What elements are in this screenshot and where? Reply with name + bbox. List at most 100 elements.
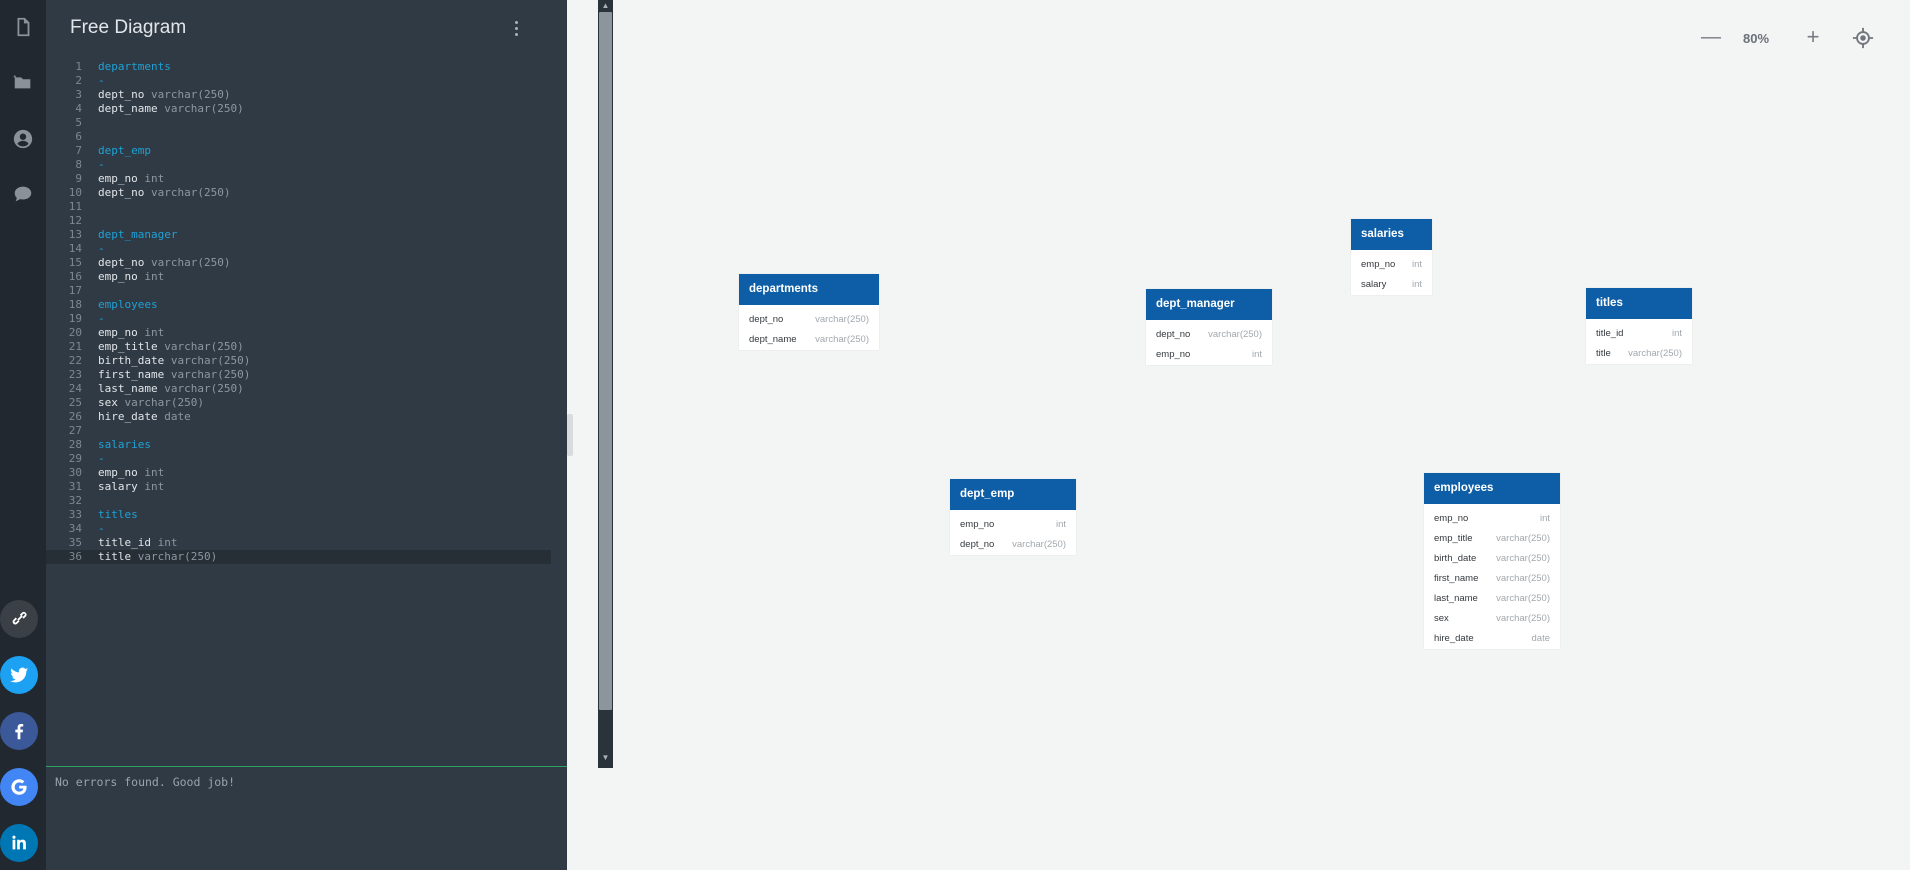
google-share-button[interactable] bbox=[0, 768, 38, 806]
code-line[interactable]: 27 bbox=[46, 424, 551, 438]
code-line[interactable]: 17 bbox=[46, 284, 551, 298]
code-line[interactable]: 30 emp_no int bbox=[46, 466, 551, 480]
code-line[interactable]: 26 hire_date date bbox=[46, 410, 551, 424]
code-line[interactable]: 20 emp_no int bbox=[46, 326, 551, 340]
more-options-icon[interactable] bbox=[508, 18, 524, 38]
code-line[interactable]: 8- bbox=[46, 158, 551, 172]
recenter-icon[interactable] bbox=[1852, 27, 1874, 49]
code-line[interactable]: 1 departments bbox=[46, 60, 551, 74]
code-line[interactable]: 33 titles bbox=[46, 508, 551, 522]
code-line[interactable]: 31 salary int bbox=[46, 480, 551, 494]
scroll-up-arrow-icon[interactable]: ▲ bbox=[598, 0, 613, 12]
code-line[interactable]: 25 sex varchar(250) bbox=[46, 396, 551, 410]
table-column-row[interactable]: last_name varchar(250) bbox=[1424, 589, 1560, 609]
table-departments[interactable]: departments dept_no varchar(250) dept_nam… bbox=[739, 274, 879, 350]
table-column-row[interactable]: title varchar(250) bbox=[1586, 344, 1692, 364]
table-header[interactable]: titles bbox=[1586, 288, 1692, 319]
table-header[interactable]: employees bbox=[1424, 473, 1560, 504]
table-column-row[interactable]: emp_no int bbox=[950, 515, 1076, 535]
table-column-row[interactable]: dept_name varchar(250) bbox=[739, 330, 879, 350]
line-number: 15 bbox=[68, 256, 82, 269]
linkedin-share-button[interactable] bbox=[0, 824, 38, 862]
code-line[interactable]: 4 dept_name varchar(250) bbox=[46, 102, 551, 116]
facebook-share-button[interactable] bbox=[0, 712, 38, 750]
code-line[interactable]: 36 title varchar(250) bbox=[46, 550, 551, 564]
table-column-row[interactable]: first_name varchar(250) bbox=[1424, 569, 1560, 589]
table-dept-emp[interactable]: dept_emp emp_no int dept_no varchar(250) bbox=[950, 479, 1076, 555]
code-line[interactable]: 5 bbox=[46, 116, 551, 130]
table-column-row[interactable]: emp_no int bbox=[1146, 345, 1272, 365]
code-line[interactable]: 24 last_name varchar(250) bbox=[46, 382, 551, 396]
type-keyword: varchar(250) bbox=[144, 186, 231, 199]
code-line[interactable]: 13 dept_manager bbox=[46, 228, 551, 242]
code-line[interactable]: 35 title_id int bbox=[46, 536, 551, 550]
line-number: 1 bbox=[75, 60, 82, 73]
table-column-row[interactable]: emp_title varchar(250) bbox=[1424, 529, 1560, 549]
chat-icon[interactable] bbox=[0, 174, 46, 214]
twitter-share-button[interactable] bbox=[0, 656, 38, 694]
code-line[interactable]: 32 bbox=[46, 494, 551, 508]
scrollbar-thumb[interactable] bbox=[599, 12, 612, 710]
user-icon[interactable] bbox=[0, 119, 46, 159]
panel-resize-handle[interactable] bbox=[567, 414, 573, 456]
document-icon[interactable] bbox=[0, 7, 46, 47]
code-line[interactable]: 10 dept_no varchar(250) bbox=[46, 186, 551, 200]
code-line[interactable]: 34 - bbox=[46, 522, 551, 536]
code-line[interactable]: 16 emp_no int bbox=[46, 270, 551, 284]
diagram-title[interactable]: Free Diagram bbox=[70, 17, 186, 39]
table-column-row[interactable]: dept_no varchar(250) bbox=[739, 310, 879, 330]
line-number: 6 bbox=[75, 130, 82, 143]
zoom-out-button[interactable]: — bbox=[1700, 27, 1722, 49]
table-employees[interactable]: employees emp_no int emp_title varchar(250… bbox=[1424, 473, 1560, 649]
link-share-button[interactable] bbox=[0, 600, 38, 638]
code-line[interactable]: 6 bbox=[46, 130, 551, 144]
zoom-in-button[interactable]: + bbox=[1802, 26, 1824, 49]
code-line[interactable]: 21 emp_title varchar(250) bbox=[46, 340, 551, 354]
table-column-row[interactable]: emp_no int bbox=[1424, 509, 1560, 529]
table-column-row[interactable]: title_id int bbox=[1586, 324, 1692, 344]
code-line[interactable]: 11 bbox=[46, 200, 551, 214]
table-titles[interactable]: titles title_id int title varchar(250) bbox=[1586, 288, 1692, 364]
table-column-row[interactable]: birth_date varchar(250) bbox=[1424, 549, 1560, 569]
type-keyword: int bbox=[137, 172, 165, 185]
code-line[interactable]: 12 bbox=[46, 214, 551, 228]
folder-icon[interactable] bbox=[0, 62, 46, 102]
code-line[interactable]: 22 birth_date varchar(250) bbox=[46, 354, 551, 368]
code-line[interactable]: 7 dept_emp bbox=[46, 144, 551, 158]
table-header[interactable]: departments bbox=[739, 274, 879, 305]
code-line[interactable]: 14 - bbox=[46, 242, 551, 256]
code-line[interactable]: 23 first_name varchar(250) bbox=[46, 368, 551, 382]
column-type: int bbox=[1539, 513, 1550, 524]
table-column-row[interactable]: dept_no varchar(250) bbox=[950, 535, 1076, 555]
column-type: int bbox=[1411, 259, 1422, 270]
table-column-row[interactable]: emp_no int bbox=[1351, 255, 1432, 275]
column-keyword: birth_date bbox=[98, 354, 165, 367]
code-line[interactable]: 19 - bbox=[46, 312, 551, 326]
code-text: - bbox=[98, 242, 105, 256]
table-column-row[interactable]: dept_no varchar(250) bbox=[1146, 325, 1272, 345]
line-number: 29 bbox=[68, 452, 82, 465]
code-text: - bbox=[98, 158, 105, 172]
scroll-down-arrow-icon[interactable]: ▼ bbox=[598, 752, 613, 764]
table-salaries[interactable]: salaries emp_no int salary int bbox=[1351, 219, 1432, 295]
code-line[interactable]: 2- bbox=[46, 74, 551, 88]
table-header[interactable]: dept_emp bbox=[950, 479, 1076, 510]
type-keyword: varchar(250) bbox=[157, 102, 244, 115]
code-line[interactable]: 28 salaries bbox=[46, 438, 551, 452]
code-line[interactable]: 9 emp_no int bbox=[46, 172, 551, 186]
table-column-row[interactable]: hire_date date bbox=[1424, 629, 1560, 649]
table-column-row[interactable]: sex varchar(250) bbox=[1424, 609, 1560, 629]
code-area[interactable]: 1 departments 2-3 dept_no varchar(250) 4 dept… bbox=[46, 60, 551, 760]
table-column-row[interactable]: salary int bbox=[1351, 275, 1432, 295]
table-dept-manager[interactable]: dept_manager dept_no varchar(250) emp_no i… bbox=[1146, 289, 1272, 365]
code-line[interactable]: 3 dept_no varchar(250) bbox=[46, 88, 551, 102]
code-line[interactable]: 18 employees bbox=[46, 298, 551, 312]
column-keyword: dept_name bbox=[98, 102, 158, 115]
code-line[interactable]: 29 - bbox=[46, 452, 551, 466]
code-line[interactable]: 15 dept_no varchar(250) bbox=[46, 256, 551, 270]
code-text: birth_date varchar(250) bbox=[98, 354, 250, 368]
line-number: 3 bbox=[75, 88, 82, 101]
table-header[interactable]: salaries bbox=[1351, 219, 1432, 250]
table-header[interactable]: dept_manager bbox=[1146, 289, 1272, 320]
line-number: 8 bbox=[75, 158, 82, 171]
